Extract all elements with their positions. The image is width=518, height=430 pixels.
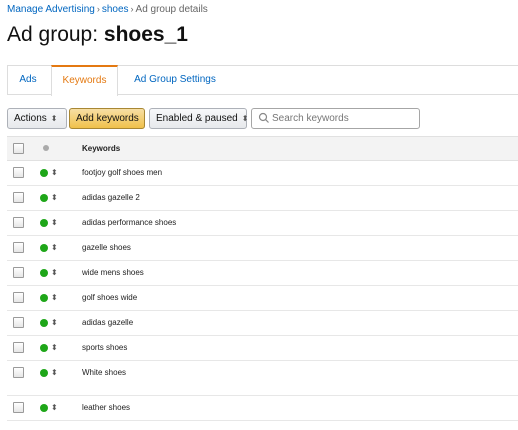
keyword-text: golf shoes wide	[82, 293, 138, 302]
table-row: ⬍ sports shoes	[7, 336, 518, 361]
chevron-updown-icon[interactable]: ⬍	[51, 218, 58, 228]
toolbar: Actions ⬍ Add keywords Enabled & paused ⬍	[0, 104, 518, 134]
keyword-text: adidas performance shoes	[82, 218, 177, 227]
ad-group-name: shoes_1	[103, 23, 188, 46]
search-icon	[258, 112, 269, 123]
tab-keywords[interactable]: Keywords	[51, 65, 118, 96]
tab-ad-group-settings[interactable]: Ad Group Settings	[122, 65, 228, 95]
status-dot-icon	[40, 169, 48, 177]
keyword-text: footjoy golf shoes men	[82, 168, 163, 177]
chevron-updown-icon[interactable]: ⬍	[51, 293, 58, 303]
chevron-updown-icon[interactable]: ⬍	[51, 268, 58, 278]
breadcrumb-campaign[interactable]: shoes	[102, 4, 129, 15]
keyword-text: gazelle shoes	[82, 243, 131, 252]
breadcrumb: Manage Advertising › shoes › Ad group detail…	[7, 4, 208, 15]
page-title-prefix: Ad group:	[7, 23, 104, 46]
table-row: ⬍ golf shoes wide	[7, 286, 518, 311]
chevron-updown-icon[interactable]: ⬍	[51, 368, 58, 378]
keyword-text: wide mens shoes	[82, 268, 144, 277]
keywords-column-header[interactable]: Keywords	[82, 144, 120, 153]
search-input[interactable]	[272, 110, 416, 127]
tab-ads[interactable]: Ads	[8, 65, 48, 95]
table-row: ⬍ leather shoes	[7, 396, 518, 421]
status-dot-icon	[40, 269, 48, 277]
table-row: ⬍ adidas gazelle	[7, 311, 518, 336]
chevron-right-icon: ›	[130, 4, 134, 14]
keyword-text: adidas gazelle 2	[82, 193, 140, 202]
actions-label: Actions	[14, 113, 47, 124]
chevron-updown-icon[interactable]: ⬍	[51, 318, 58, 328]
row-checkbox[interactable]	[13, 242, 24, 253]
row-checkbox[interactable]	[13, 317, 24, 328]
chevron-updown-icon: ⬍	[241, 114, 249, 123]
keyword-text: leather shoes	[82, 403, 131, 412]
select-all-checkbox[interactable]	[13, 143, 24, 154]
breadcrumb-current: Ad group details	[135, 4, 208, 15]
row-checkbox[interactable]	[13, 292, 24, 303]
status-column-icon	[43, 145, 49, 151]
add-keywords-button[interactable]: Add keywords	[69, 108, 145, 129]
status-dot-icon	[40, 294, 48, 302]
row-checkbox[interactable]	[13, 217, 24, 228]
table-row: ⬍ wide mens shoes	[7, 261, 518, 286]
status-dot-icon	[40, 194, 48, 202]
table-row: ⬍ footjoy golf shoes men	[7, 161, 518, 186]
breadcrumb-manage-advertising[interactable]: Manage Advertising	[7, 4, 95, 15]
keyword-text: adidas gazelle	[82, 318, 134, 327]
status-filter-label: Enabled & paused	[156, 113, 238, 124]
actions-dropdown[interactable]: Actions ⬍	[7, 108, 67, 129]
chevron-updown-icon[interactable]: ⬍	[51, 243, 58, 253]
keyword-text: sports shoes	[82, 343, 128, 352]
chevron-updown-icon[interactable]: ⬍	[51, 193, 58, 203]
status-dot-icon	[40, 344, 48, 352]
status-dot-icon	[40, 319, 48, 327]
chevron-updown-icon[interactable]: ⬍	[51, 168, 58, 178]
chevron-updown-icon: ⬍	[50, 114, 58, 123]
status-dot-icon	[40, 404, 48, 412]
chevron-right-icon: ›	[96, 4, 100, 14]
status-filter-dropdown[interactable]: Enabled & paused ⬍	[149, 108, 249, 129]
tab-bar: Ads Keywords Ad Group Settings	[7, 65, 518, 96]
page-title: Ad group: shoes_1	[7, 23, 188, 47]
row-checkbox[interactable]	[13, 402, 24, 413]
chevron-updown-icon[interactable]: ⬍	[51, 343, 58, 353]
table-header: Keywords	[7, 136, 518, 161]
table-row: ⬍ adidas performance shoes	[7, 211, 518, 236]
status-dot-icon	[40, 369, 48, 377]
table-row: ⬍ adidas gazelle 2	[7, 186, 518, 211]
row-checkbox[interactable]	[13, 367, 24, 378]
status-dot-icon	[40, 219, 48, 227]
status-dot-icon	[40, 244, 48, 252]
table-row: ⬍ White shoes	[7, 361, 518, 396]
row-checkbox[interactable]	[13, 192, 24, 203]
chevron-updown-icon[interactable]: ⬍	[51, 403, 58, 413]
search-box	[251, 108, 420, 129]
row-checkbox[interactable]	[13, 342, 24, 353]
keyword-text: White shoes	[82, 368, 127, 377]
row-checkbox[interactable]	[13, 267, 24, 278]
table-row: ⬍ gazelle shoes	[7, 236, 518, 261]
row-checkbox[interactable]	[13, 167, 24, 178]
